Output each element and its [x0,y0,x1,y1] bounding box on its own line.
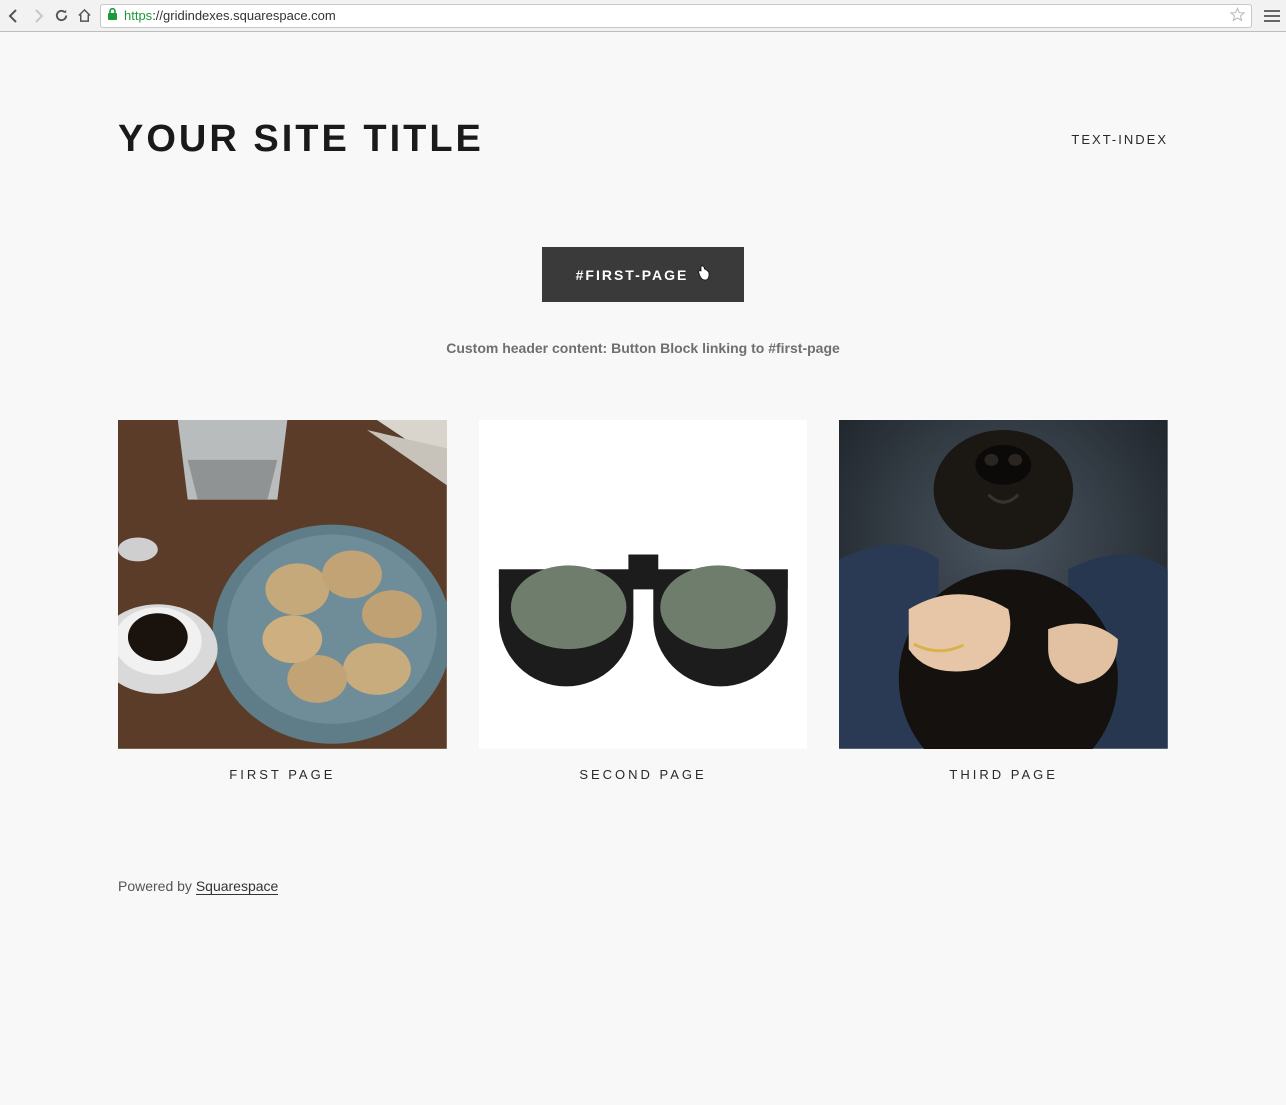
grid-item-label: THIRD PAGE [949,767,1058,782]
pointer-cursor-icon [696,265,710,284]
grid-item-third-page[interactable]: THIRD PAGE [839,420,1168,782]
reload-icon[interactable] [54,8,69,23]
menu-icon[interactable] [1264,9,1280,23]
forward-icon [30,8,46,24]
first-page-button[interactable]: #FIRST-PAGE [542,247,745,302]
back-icon[interactable] [6,8,22,24]
grid-thumb [118,420,447,749]
footer-prefix: Powered by [118,878,196,894]
grid-thumb [839,420,1168,749]
home-icon[interactable] [77,8,92,23]
site-header: YOUR SITE TITLE TEXT-INDEX [118,32,1168,161]
browser-chrome: https://gridindexes.squarespace.com [0,0,1286,32]
lock-icon [107,8,118,24]
grid-item-first-page[interactable]: FIRST PAGE [118,420,447,782]
first-page-button-label: #FIRST-PAGE [576,267,689,283]
grid-thumb [479,420,808,749]
grid-item-label: SECOND PAGE [579,767,706,782]
grid-item-second-page[interactable]: SECOND PAGE [479,420,808,782]
site-title[interactable]: YOUR SITE TITLE [118,118,484,161]
nav-link-text-index[interactable]: TEXT-INDEX [1071,132,1168,147]
grid-item-label: FIRST PAGE [229,767,335,782]
index-grid: FIRST PAGE SE [118,420,1168,782]
site-footer: Powered by Squarespace [118,782,1168,934]
hero: #FIRST-PAGE Custom header content: Butto… [118,247,1168,356]
footer-brand-link[interactable]: Squarespace [196,878,279,895]
url-bar[interactable]: https://gridindexes.squarespace.com [100,4,1252,28]
hero-caption: Custom header content: Button Block link… [446,340,840,356]
url-text: https://gridindexes.squarespace.com [124,8,336,23]
bookmark-star-icon[interactable] [1230,7,1245,25]
